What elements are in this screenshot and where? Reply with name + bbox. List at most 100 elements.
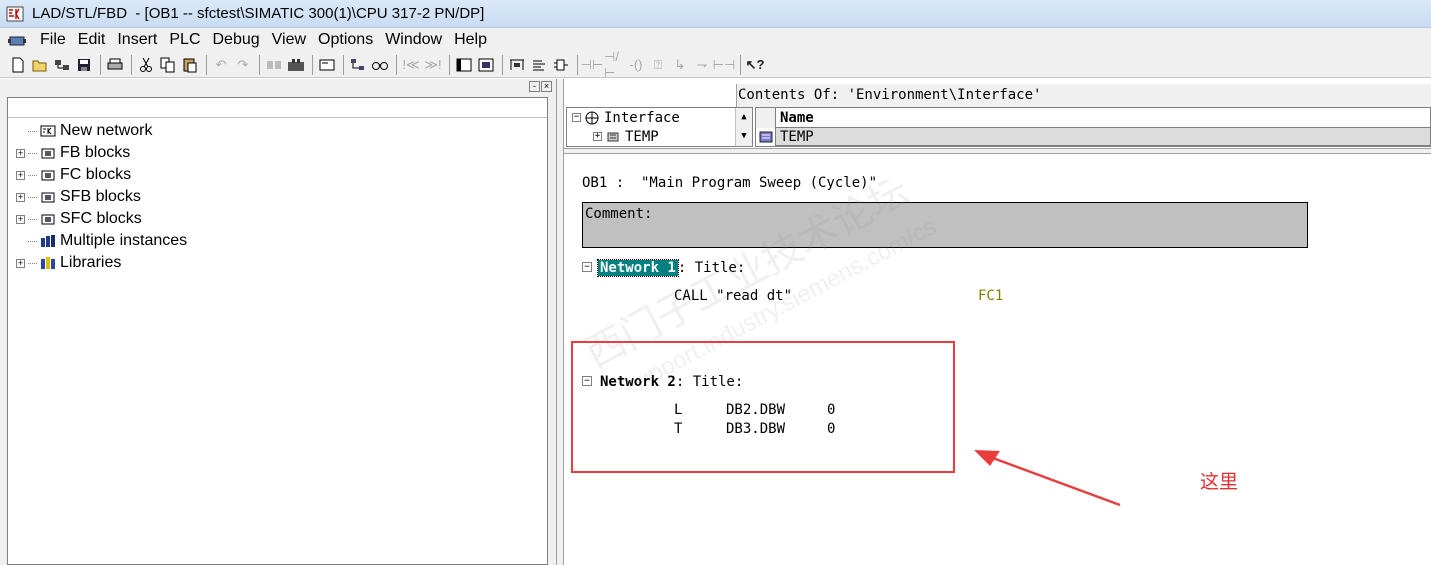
print-icon[interactable]: [105, 55, 125, 75]
menu-help[interactable]: Help: [448, 28, 493, 52]
new-file-icon[interactable]: [8, 55, 28, 75]
accessible-nodes-icon[interactable]: [52, 55, 72, 75]
tree-item-sfb-blocks[interactable]: + SFB blocks: [16, 186, 187, 208]
column-header-name[interactable]: Name: [776, 110, 814, 126]
network-1-statement[interactable]: CALL "read dt": [674, 288, 792, 304]
app-icon: [6, 5, 24, 23]
network-1-block-ref: FC1: [978, 288, 1004, 304]
menu-insert[interactable]: Insert: [111, 28, 163, 52]
download-icon[interactable]: [264, 55, 284, 75]
block-icon: [40, 168, 56, 182]
menu-edit[interactable]: Edit: [72, 28, 112, 52]
tree-connector: [28, 218, 37, 220]
collapse-icon[interactable]: −: [582, 262, 592, 272]
contents-of-label: Contents Of: 'Environment\Interface': [736, 84, 1431, 107]
tree-item-interface[interactable]: − Interface: [567, 108, 752, 127]
glasses-icon[interactable]: [370, 55, 390, 75]
toolbar-separator: [740, 54, 741, 75]
normally-open-contact-icon[interactable]: ⊣⊢: [581, 55, 604, 75]
empty-box-icon[interactable]: ⍰: [648, 55, 668, 75]
tree-item-label: Libraries: [60, 254, 122, 271]
network-1-label[interactable]: Network 1: [597, 259, 679, 277]
document-icon[interactable]: [8, 34, 26, 46]
menu-view[interactable]: View: [266, 28, 312, 52]
connection-icon[interactable]: ⊢⊣: [713, 55, 736, 75]
menu-file[interactable]: File: [34, 28, 72, 52]
tree-connector: [28, 152, 37, 154]
normally-closed-contact-icon[interactable]: ⊣/⊢: [604, 49, 624, 80]
table-header: Name: [756, 107, 1430, 128]
tree-connector: [28, 262, 37, 264]
block-icon: [40, 146, 56, 160]
stl-view-icon[interactable]: [529, 55, 549, 75]
close-icon[interactable]: ×: [541, 80, 552, 92]
menu-plc[interactable]: PLC: [163, 28, 206, 52]
interface-tree: − Interface + TEMP ▲ ▼: [566, 107, 753, 147]
open-folder-icon[interactable]: [30, 55, 50, 75]
tree-item-label: Multiple instances: [60, 232, 188, 249]
menu-window[interactable]: Window: [379, 28, 448, 52]
tree-item-sfc-blocks[interactable]: + SFC blocks: [16, 208, 187, 230]
block-header: OB1 : "Main Program Sweep (Cycle)": [582, 175, 878, 191]
toolbar-separator: [343, 54, 344, 75]
tree-item-fb-blocks[interactable]: + FB blocks: [16, 142, 187, 164]
vertical-splitter[interactable]: [556, 79, 564, 565]
expand-icon[interactable]: +: [16, 192, 25, 202]
copy-icon[interactable]: [158, 55, 178, 75]
help-context-icon[interactable]: ↖?: [745, 55, 765, 75]
details-icon[interactable]: [476, 55, 496, 75]
toolbar-separator: [131, 54, 132, 75]
fbd-view-icon[interactable]: [551, 55, 571, 75]
annotation-arrow-icon: [974, 450, 1121, 507]
overview-icon[interactable]: [454, 55, 474, 75]
toolbar-separator: [100, 54, 101, 75]
tree-item-multiple-instances[interactable]: Multiple instances: [16, 230, 187, 252]
variable-icon: [756, 128, 776, 146]
expand-icon[interactable]: +: [593, 132, 602, 141]
expand-icon[interactable]: +: [16, 258, 25, 268]
cut-icon[interactable]: [136, 55, 156, 75]
tree-item-fc-blocks[interactable]: + FC blocks: [16, 164, 187, 186]
dock-icon[interactable]: -: [529, 80, 540, 92]
open-branch-icon[interactable]: ↳: [670, 55, 690, 75]
toolbar-separator: [502, 54, 503, 75]
next-error-icon[interactable]: ≫!: [423, 55, 443, 75]
undo-icon[interactable]: ↶: [211, 55, 231, 75]
tree-connector: [28, 240, 37, 242]
paste-icon[interactable]: [180, 55, 200, 75]
table-row[interactable]: TEMP: [756, 128, 1430, 146]
tree-item-libraries[interactable]: + Libraries: [16, 252, 187, 274]
tree-item-new-network[interactable]: New network: [16, 120, 187, 142]
save-icon[interactable]: [74, 55, 94, 75]
toolbar-separator: [259, 54, 260, 75]
scrollbar[interactable]: ▲ ▼: [735, 108, 752, 146]
tree-item-label: FB blocks: [60, 144, 131, 161]
tree-connector: [28, 174, 37, 176]
program-elements-panel: - × New network + FB blocks + FC blocks …: [0, 79, 556, 565]
tree-item-temp[interactable]: + TEMP: [567, 127, 752, 146]
network-1-title[interactable]: : Title:: [678, 260, 745, 276]
collapse-icon[interactable]: −: [572, 113, 581, 122]
menu-debug[interactable]: Debug: [207, 28, 266, 52]
window-arrange-icon[interactable]: [317, 55, 337, 75]
close-branch-icon[interactable]: ⇁: [692, 55, 712, 75]
block-comment-field[interactable]: Comment:: [582, 202, 1308, 248]
tree-connector: [28, 196, 37, 198]
lad-view-icon[interactable]: [507, 55, 527, 75]
coil-icon[interactable]: -(): [626, 55, 646, 75]
table-cell-name: TEMP: [776, 128, 1430, 146]
monitor-icon[interactable]: [286, 55, 306, 75]
comment-label: Comment:: [585, 206, 653, 222]
expand-icon[interactable]: +: [16, 214, 25, 224]
prev-error-icon[interactable]: !≪: [401, 55, 421, 75]
horizontal-splitter[interactable]: [564, 148, 1431, 154]
tree-item-label: FC blocks: [60, 166, 132, 183]
tree-item-label: SFC blocks: [60, 210, 142, 227]
expand-icon[interactable]: +: [16, 148, 25, 158]
menu-options[interactable]: Options: [312, 28, 379, 52]
window-title: LAD/STL/FBD - [OB1 -- sfctest\SIMATIC 30…: [32, 5, 485, 22]
redo-icon[interactable]: ↷: [233, 55, 253, 75]
expand-icon[interactable]: +: [16, 170, 25, 180]
network-tree-icon[interactable]: [348, 55, 368, 75]
toolbar-separator: [577, 54, 578, 75]
